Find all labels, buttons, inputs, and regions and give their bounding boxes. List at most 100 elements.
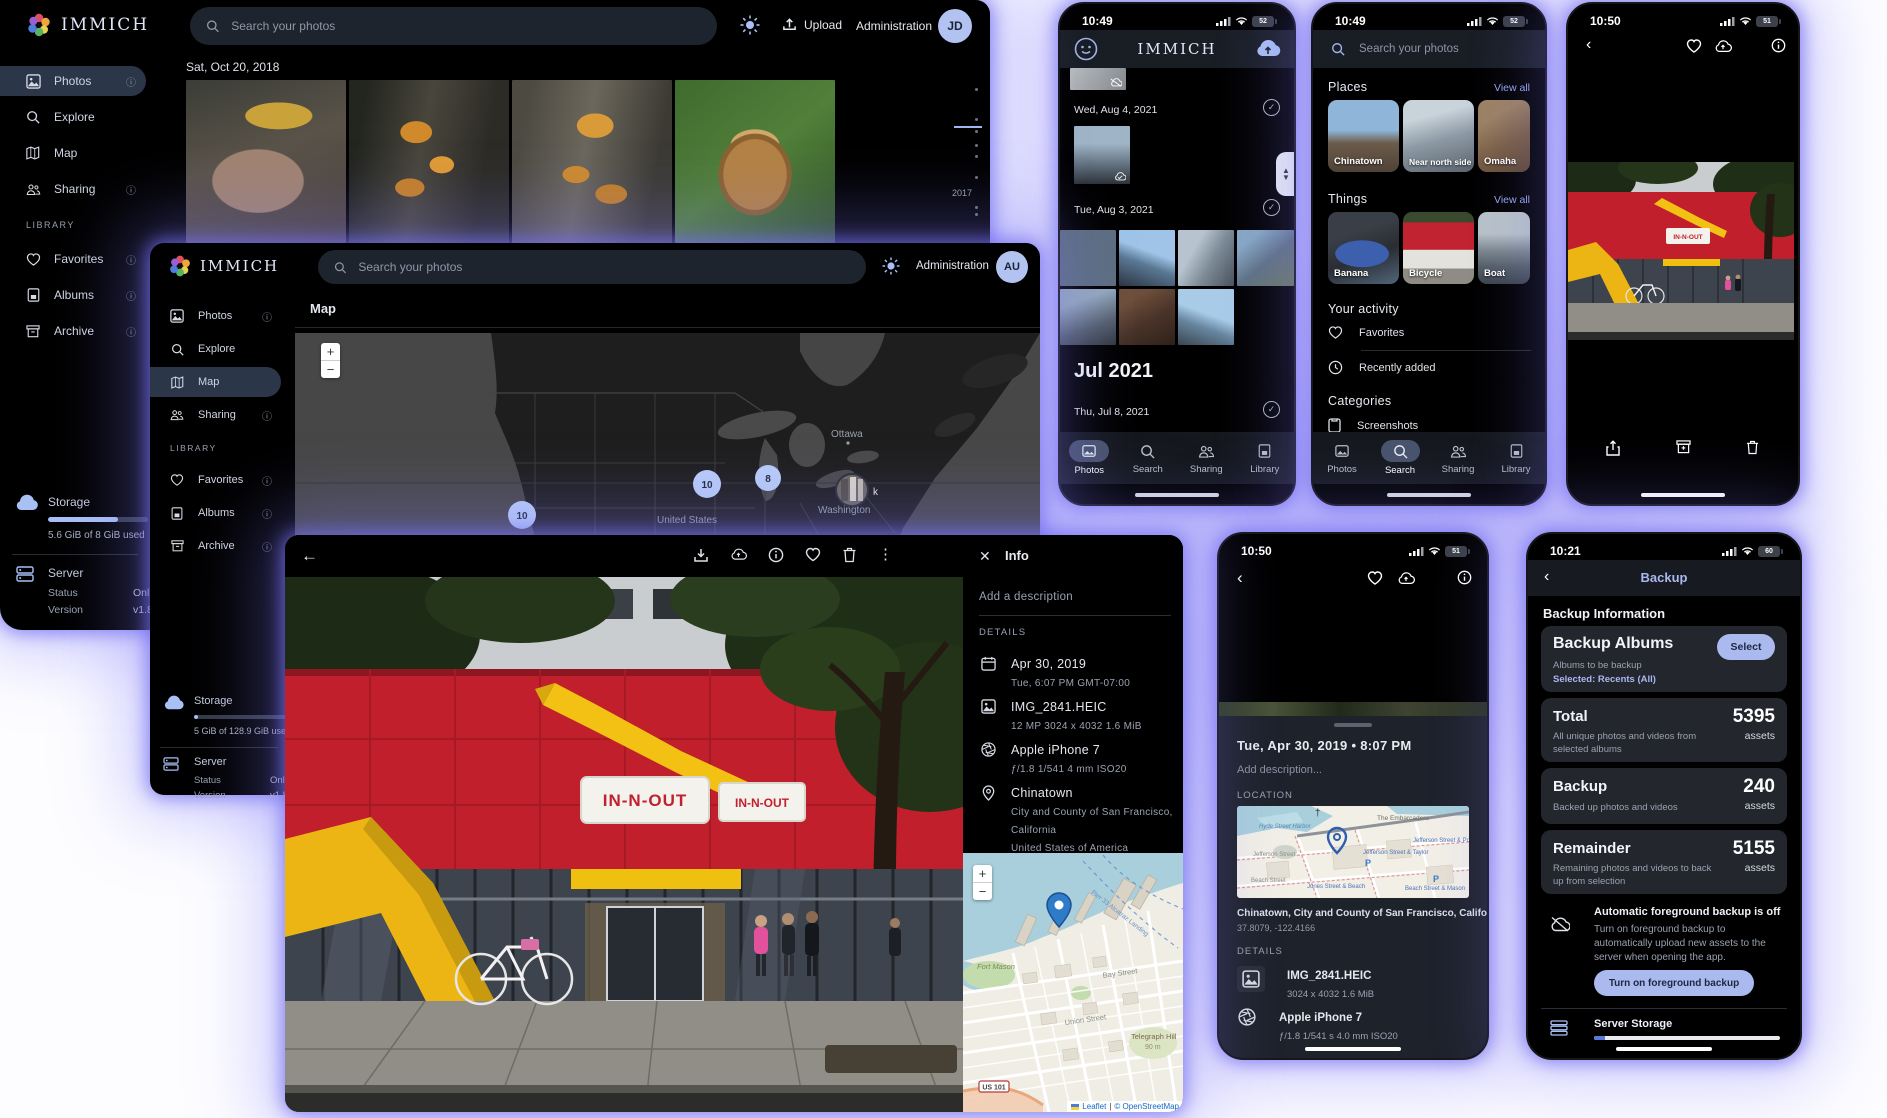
location-map[interactable]: Hyde Street Harbor The Embarcadero Jeffe… xyxy=(1237,806,1469,898)
leaflet-link[interactable]: Leaflet xyxy=(1082,1102,1106,1111)
description-field[interactable]: Add description... xyxy=(1237,764,1322,776)
description-field[interactable]: Add a description xyxy=(979,591,1073,603)
sidebar-item-photos[interactable]: Photos ⓘ xyxy=(0,66,146,96)
nav-sharing[interactable]: Sharing xyxy=(1429,432,1487,484)
activity-recent-row[interactable]: Recently added xyxy=(1328,360,1435,375)
info-icon[interactable] xyxy=(1771,38,1786,53)
sidebar-item-sharing[interactable]: Sharing ⓘ xyxy=(150,400,285,430)
home-indicator[interactable] xyxy=(1135,493,1219,497)
turn-on-foreground-backup-button[interactable]: Turn on foreground backup xyxy=(1594,970,1754,996)
sidebar-item-albums[interactable]: Albums ⓘ xyxy=(0,280,150,310)
photo-thumbnail[interactable] xyxy=(1070,68,1126,90)
home-indicator[interactable] xyxy=(1305,1047,1401,1051)
sidebar-item-albums[interactable]: Albums ⓘ xyxy=(150,498,285,528)
photo-thumbnail[interactable] xyxy=(1060,230,1116,286)
select-group-checkbox[interactable]: ✓ xyxy=(1263,99,1280,116)
upload-cloud-icon[interactable] xyxy=(1397,571,1415,585)
category-screenshots-row[interactable]: Screenshots xyxy=(1328,418,1418,433)
sidebar-item-explore[interactable]: Explore xyxy=(150,334,285,364)
sidebar-item-explore[interactable]: Explore xyxy=(0,102,150,132)
scrubber-position-line[interactable] xyxy=(954,126,982,128)
close-info-button[interactable]: ✕ xyxy=(979,548,991,565)
map-cluster[interactable]: 10 xyxy=(508,501,536,529)
favorite-icon[interactable] xyxy=(805,547,821,562)
place-card[interactable]: Near north side xyxy=(1403,100,1474,172)
archive-add-icon[interactable] xyxy=(1676,440,1691,454)
back-button[interactable]: ← xyxy=(301,546,318,566)
more-icon[interactable]: ⋮ xyxy=(878,547,893,563)
sidebar-item-archive[interactable]: Archive ⓘ xyxy=(0,316,150,346)
place-card[interactable]: Chinatown xyxy=(1328,100,1399,172)
photo-thumbnail[interactable] xyxy=(1060,289,1116,345)
map-cluster[interactable]: 8 xyxy=(755,465,781,491)
nav-photos[interactable]: Photos xyxy=(1060,432,1119,484)
home-indicator[interactable] xyxy=(1616,1047,1712,1051)
zoom-in-button[interactable]: + xyxy=(973,865,992,883)
administration-link[interactable]: Administration xyxy=(856,19,932,33)
select-group-checkbox[interactable]: ✓ xyxy=(1263,401,1280,418)
home-indicator[interactable] xyxy=(1641,493,1725,497)
photo-thumbnail[interactable] xyxy=(1178,230,1234,286)
sheet-drag-handle[interactable] xyxy=(1334,723,1372,727)
share-icon[interactable] xyxy=(1606,440,1620,456)
upload-cloud-icon[interactable] xyxy=(1714,39,1732,53)
immich-logo[interactable]: IMMICH xyxy=(168,254,279,278)
home-indicator[interactable] xyxy=(1387,493,1471,497)
photo-thumbnail[interactable] xyxy=(1178,289,1234,345)
sidebar-item-photos[interactable]: Photos ⓘ xyxy=(150,301,285,331)
search-bar[interactable] xyxy=(318,250,866,284)
user-avatar[interactable]: JD xyxy=(938,9,972,43)
nav-library[interactable]: Library xyxy=(1236,432,1295,484)
photo-stage[interactable]: IN-N-OUT xyxy=(1568,162,1794,340)
sidebar-item-map[interactable]: Map xyxy=(0,138,150,168)
info-icon[interactable] xyxy=(1457,570,1472,585)
nav-sharing[interactable]: Sharing xyxy=(1177,432,1236,484)
upload-button[interactable]: Upload xyxy=(782,17,842,32)
photo-stage[interactable]: IN-N-OUT IN-N-OUT xyxy=(285,577,963,1112)
sidebar-item-map[interactable]: Map xyxy=(150,367,281,397)
photo-thumbnail[interactable] xyxy=(1119,289,1175,345)
photo-thumbnail[interactable] xyxy=(1237,230,1294,286)
sidebar-item-favorites[interactable]: Favorites ⓘ xyxy=(0,244,150,274)
delete-icon[interactable] xyxy=(1746,440,1759,455)
location-map[interactable]: Fort Mason Bay Street Union Street Teleg… xyxy=(963,853,1183,1112)
photo-thumbnail[interactable] xyxy=(512,80,672,243)
osm-link[interactable]: © OpenStreetMap xyxy=(1114,1102,1179,1111)
sidebar-item-favorites[interactable]: Favorites ⓘ xyxy=(150,465,285,495)
backup-cloud-icon[interactable] xyxy=(1254,37,1282,61)
delete-icon[interactable] xyxy=(842,547,857,563)
select-group-checkbox[interactable]: ✓ xyxy=(1263,199,1280,216)
favorite-icon[interactable] xyxy=(1686,39,1702,53)
zoom-in-button[interactable]: + xyxy=(321,343,340,361)
theme-toggle-button[interactable] xyxy=(882,257,900,280)
photo-thumbnail[interactable] xyxy=(675,80,835,243)
administration-link[interactable]: Administration xyxy=(916,260,989,272)
zoom-out-button[interactable]: − xyxy=(321,361,340,378)
sidebar-item-sharing[interactable]: Sharing ⓘ xyxy=(0,174,150,204)
back-chevron-icon[interactable]: ‹ xyxy=(1237,568,1243,588)
sidebar-item-archive[interactable]: Archive ⓘ xyxy=(150,531,285,561)
theme-toggle-button[interactable] xyxy=(740,15,760,40)
detail-row-location[interactable]: ChinatownCity and County of San Francisc… xyxy=(979,784,1173,856)
nav-search[interactable]: Search xyxy=(1119,432,1178,484)
places-view-all-link[interactable]: View all xyxy=(1494,82,1530,94)
back-chevron-icon[interactable]: ‹ xyxy=(1586,36,1591,54)
photo-sliver[interactable] xyxy=(1219,702,1487,716)
user-avatar[interactable]: AU xyxy=(996,251,1028,283)
nav-search[interactable]: Search xyxy=(1371,432,1429,484)
upload-cloud-icon[interactable] xyxy=(730,547,747,561)
search-input[interactable] xyxy=(229,18,701,34)
nav-photos[interactable]: Photos xyxy=(1313,432,1371,484)
favorite-icon[interactable] xyxy=(1367,571,1383,585)
photo-thumbnail[interactable] xyxy=(1119,230,1175,286)
thing-card[interactable]: Banana xyxy=(1328,212,1399,284)
place-card[interactable]: Omaha xyxy=(1478,100,1530,172)
download-icon[interactable] xyxy=(693,547,709,563)
search-header[interactable]: Search your photos xyxy=(1313,30,1545,68)
search-input[interactable] xyxy=(356,259,850,275)
things-view-all-link[interactable]: View all xyxy=(1494,194,1530,206)
thing-card[interactable]: Boat xyxy=(1478,212,1530,284)
photo-thumbnail[interactable] xyxy=(349,80,509,243)
zoom-out-button[interactable]: − xyxy=(973,883,992,900)
nav-library[interactable]: Library xyxy=(1487,432,1545,484)
